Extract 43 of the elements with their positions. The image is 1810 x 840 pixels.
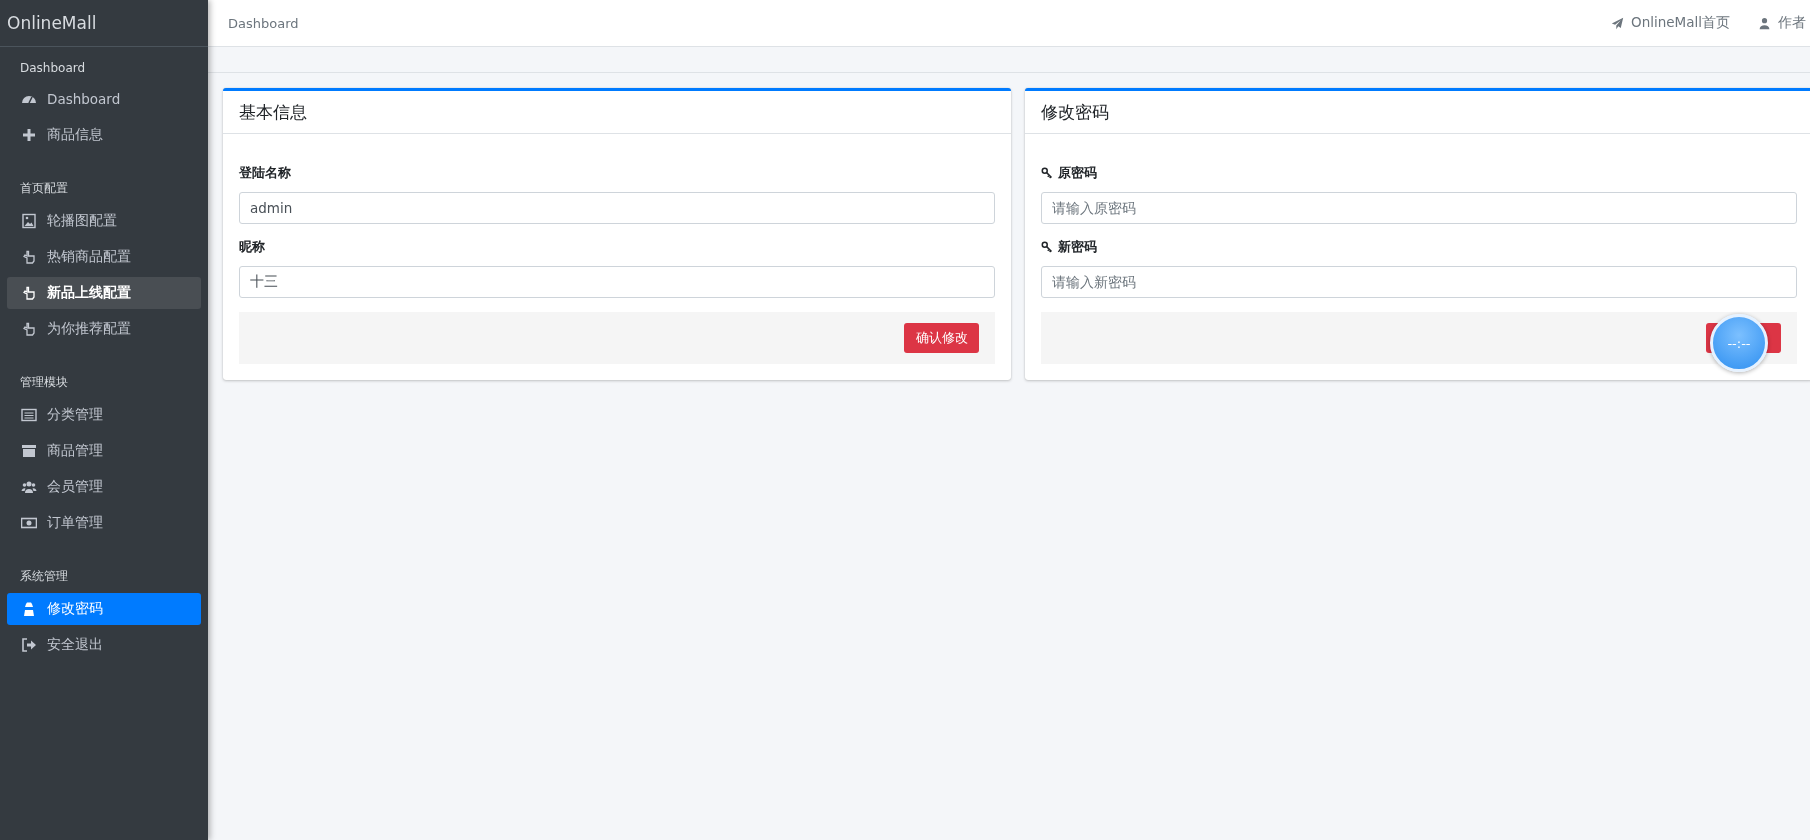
sidebar-item[interactable]: 商品信息 — [7, 119, 201, 151]
money-icon — [21, 515, 37, 531]
sidebar-item[interactable]: 修改密码 — [7, 593, 201, 625]
list-icon — [21, 407, 37, 423]
nav-link[interactable]: OnlineMall首页 — [1611, 14, 1730, 32]
archive-icon — [21, 443, 37, 459]
section-heading: 管理模块 — [19, 374, 69, 391]
section-heading: 系统管理 — [19, 568, 69, 585]
field-label: 新密码 — [1058, 238, 1097, 256]
sidebar-item[interactable]: 热销商品配置 — [7, 241, 201, 273]
sidebar-item[interactable]: 安全退出 — [7, 629, 201, 661]
users-icon — [21, 479, 37, 495]
field-label: 原密码 — [1058, 164, 1097, 182]
sidebar-item[interactable]: 轮播图配置 — [7, 205, 201, 237]
input-field[interactable]: 请输入原密码 — [1041, 192, 1797, 224]
image-icon — [21, 213, 37, 229]
field-label: 昵称 — [239, 238, 265, 256]
plus-icon — [21, 127, 37, 143]
field-label: 登陆名称 — [239, 164, 291, 182]
sidebar-item[interactable]: 分类管理 — [7, 399, 201, 431]
input-field[interactable]: admin — [239, 192, 995, 224]
hand-icon — [21, 321, 37, 337]
brand-name: OnlineMall — [7, 13, 97, 33]
section-heading: 首页配置 — [19, 180, 69, 197]
card-title: 基本信息 — [239, 100, 307, 124]
input-field[interactable]: 请输入新密码 — [1041, 266, 1797, 298]
sidebar-item[interactable]: 订单管理 — [7, 507, 201, 539]
paper-plane-icon — [1611, 16, 1625, 30]
sidebar-item[interactable]: 为你推荐配置 — [7, 313, 201, 345]
input-field[interactable]: 十三 — [239, 266, 995, 298]
hand-icon — [21, 285, 37, 301]
logout-icon — [21, 637, 37, 653]
submit-button[interactable]: 确认修改 — [904, 323, 979, 353]
card-title: 修改密码 — [1041, 100, 1109, 124]
sidebar-item[interactable]: Dashboard — [7, 83, 201, 115]
section-heading: Dashboard — [19, 60, 87, 77]
sidebar-item[interactable]: 新品上线配置 — [7, 277, 201, 309]
nav-link[interactable]: 作者 — [1758, 14, 1806, 32]
user-icon — [1758, 16, 1771, 30]
breadcrumb-link[interactable]: Dashboard — [228, 15, 299, 31]
sidebar-item[interactable]: 商品管理 — [7, 435, 201, 467]
hand-icon — [21, 249, 37, 265]
sidebar-item[interactable]: 会员管理 — [7, 471, 201, 503]
